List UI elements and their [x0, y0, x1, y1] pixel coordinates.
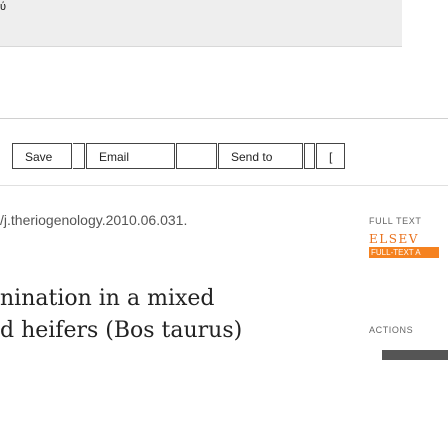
toolbar-separator: [176, 143, 217, 169]
email-button[interactable]: Email: [86, 143, 175, 169]
more-button[interactable]: [: [316, 143, 345, 169]
divider: [0, 118, 448, 119]
toolbar-separator: [304, 143, 315, 169]
full-text-heading: FULL TEXT: [369, 216, 422, 226]
divider: [0, 185, 448, 186]
elsevier-sub-label: FULL-TEXT A: [371, 248, 421, 257]
elsevier-logo-text: ELSEV: [369, 232, 419, 246]
save-button[interactable]: Save: [12, 143, 72, 169]
toolbar-separator: [73, 143, 85, 169]
actions-heading: ACTIONS: [369, 325, 414, 335]
actions-control[interactable]: [382, 350, 448, 360]
article-title-line-1: nination in a mixed: [0, 286, 215, 311]
elsevier-full-text-link[interactable]: ELSEV FULL-TEXT A: [369, 232, 439, 260]
top-area: ύ: [0, 0, 448, 66]
header-banner: [0, 0, 402, 47]
send-to-button[interactable]: Send to: [218, 143, 303, 169]
article-doi[interactable]: /j.theriogenology.2010.06.031.: [0, 212, 187, 228]
article-title-line-2: d heifers (Bos taurus): [0, 318, 243, 343]
logo-icon: ύ: [0, 1, 7, 13]
